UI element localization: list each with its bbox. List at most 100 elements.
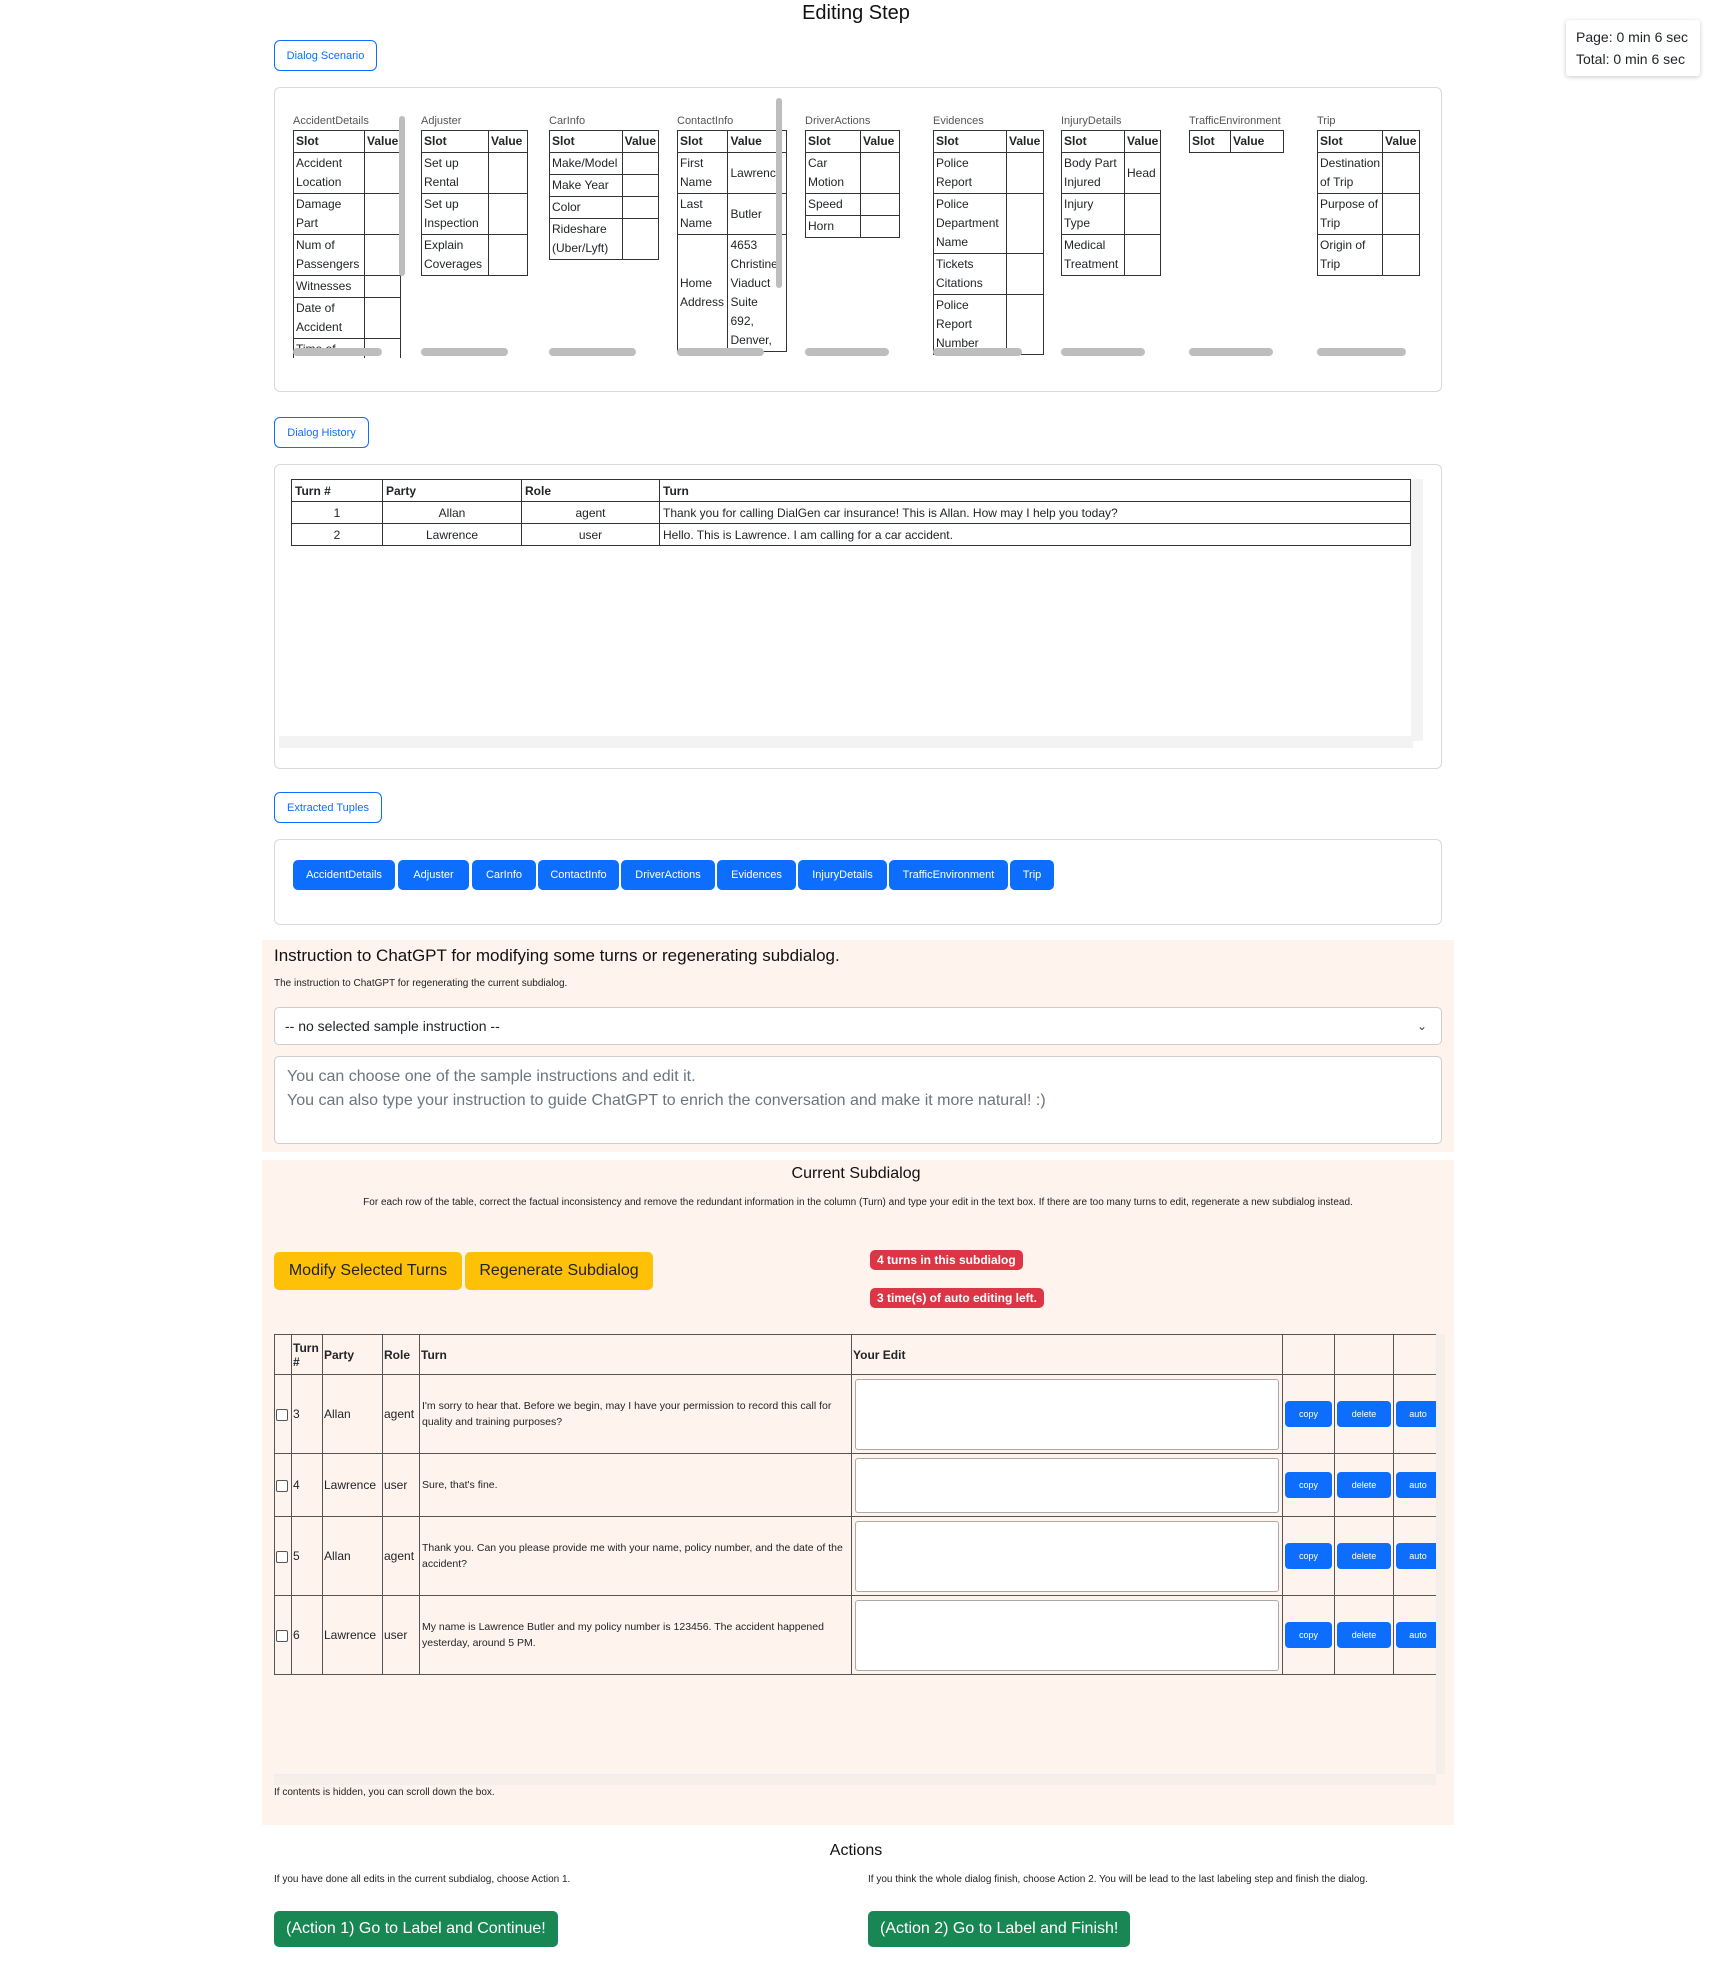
slot-header-row: Slot Value	[421, 130, 528, 153]
subdialog-col-party: Party	[322, 1334, 383, 1375]
column-horizontal-scrollbar[interactable]	[677, 348, 764, 356]
modify-selected-turns-button[interactable]: Modify Selected Turns	[274, 1252, 462, 1290]
turn-select-checkbox[interactable]	[276, 1550, 288, 1563]
subdialog-role: user	[382, 1595, 420, 1675]
column-vertical-scrollbar[interactable]	[776, 98, 782, 288]
instruction-textarea[interactable]: You can choose one of the sample instruc…	[274, 1056, 1442, 1144]
slot-name: Rideshare (Uber/Lyft)	[549, 218, 623, 260]
history-turn-text: Hello. This is Lawrence. I am calling fo…	[659, 523, 1411, 546]
subdialog-table: Turn # Party Role Turn Your Edit 3 Allan…	[274, 1334, 1443, 1675]
column-horizontal-scrollbar[interactable]	[805, 348, 889, 356]
slot-name: Set up Inspection	[421, 193, 489, 235]
delete-button[interactable]: delete	[1337, 1401, 1391, 1427]
column-horizontal-scrollbar[interactable]	[1189, 348, 1273, 356]
your-edit-textbox[interactable]	[855, 1457, 1279, 1513]
tab-carinfo[interactable]: CarInfo	[472, 860, 536, 890]
slot-row: Purpose of Trip	[1316, 193, 1421, 235]
slot-value	[621, 196, 659, 219]
auto-edit-remaining-badge: 3 time(s) of auto editing left.	[870, 1288, 1045, 1308]
auto-button[interactable]: auto	[1396, 1401, 1440, 1427]
instruction-subtext: The instruction to ChatGPT for regenerat…	[274, 978, 568, 989]
column-horizontal-scrollbar[interactable]	[421, 348, 508, 356]
tab-driveractions[interactable]: DriverActions	[621, 860, 715, 890]
value-header: Value	[860, 130, 900, 153]
scenario-category-name: InjuryDetails	[1061, 115, 1122, 127]
history-vertical-scrollbar[interactable]	[1411, 479, 1423, 741]
tab-accidentdetails[interactable]: AccidentDetails	[293, 860, 395, 890]
column-horizontal-scrollbar[interactable]	[549, 348, 636, 356]
slot-name: Accident Location	[293, 152, 365, 194]
copy-button[interactable]: copy	[1285, 1543, 1332, 1569]
history-turn-text: Thank you for calling DialGen car insura…	[659, 501, 1411, 524]
slot-value: Head	[1123, 152, 1162, 194]
scenario-column-accidentdetails: AccidentDetails Slot Value Accident Locatio…	[287, 98, 405, 358]
slot-value	[363, 297, 402, 339]
tab-evidences[interactable]: Evidences	[717, 860, 796, 890]
slot-row: Home Address 4653 Christine Viaduct Suite…	[676, 234, 787, 352]
regenerate-subdialog-button[interactable]: Regenerate Subdialog	[465, 1252, 653, 1290]
subdialog-horizontal-scrollbar[interactable]	[274, 1774, 1436, 1785]
action2-finish-button[interactable]: (Action 2) Go to Label and Finish!	[868, 1911, 1131, 1947]
copy-button[interactable]: copy	[1285, 1401, 1332, 1427]
slot-table: Slot Value Accident Location Damage Part Num…	[293, 130, 402, 358]
slot-name: Destination of Trip	[1316, 152, 1384, 194]
history-horizontal-scrollbar[interactable]	[279, 736, 1413, 748]
value-header: Value	[621, 130, 659, 153]
column-horizontal-scrollbar[interactable]	[1317, 348, 1406, 356]
delete-button[interactable]: delete	[1337, 1543, 1391, 1569]
action1-continue-button[interactable]: (Action 1) Go to Label and Continue!	[274, 1911, 558, 1947]
extracted-tuples-button[interactable]: Extracted Tuples	[274, 792, 382, 823]
slot-header-row: Slot Value	[1316, 130, 1421, 153]
your-edit-textbox[interactable]	[855, 1378, 1279, 1450]
auto-button[interactable]: auto	[1396, 1543, 1440, 1569]
scenario-column-adjuster: Adjuster Slot Value Set up Rental Set up Ins…	[415, 98, 531, 358]
scenario-category-name: DriverActions	[805, 115, 871, 127]
slot-row: Rideshare (Uber/Lyft)	[549, 218, 659, 260]
turn-select-checkbox[interactable]	[276, 1408, 288, 1421]
slot-row: Destination of Trip	[1316, 152, 1421, 194]
slot-value	[488, 152, 528, 194]
dialog-scenario-button[interactable]: Dialog Scenario	[274, 40, 377, 71]
auto-button[interactable]: auto	[1396, 1472, 1440, 1498]
turn-select-checkbox[interactable]	[276, 1479, 288, 1492]
slot-header: Slot	[1316, 130, 1384, 153]
tab-trip[interactable]: Trip	[1010, 860, 1054, 890]
your-edit-textbox[interactable]	[855, 1599, 1279, 1671]
delete-cell: delete	[1334, 1453, 1394, 1517]
column-horizontal-scrollbar[interactable]	[293, 348, 382, 356]
dialog-history-button[interactable]: Dialog History	[274, 417, 369, 448]
column-vertical-scrollbar[interactable]	[399, 116, 405, 276]
tab-trafficenvironment[interactable]: TrafficEnvironment	[889, 860, 1008, 890]
copy-cell: copy	[1282, 1595, 1335, 1675]
subdialog-vertical-scrollbar[interactable]	[1436, 1334, 1445, 1774]
turn-select-checkbox[interactable]	[276, 1629, 288, 1642]
tab-injurydetails[interactable]: InjuryDetails	[798, 860, 887, 890]
delete-button[interactable]: delete	[1337, 1472, 1391, 1498]
value-header: Value	[1230, 130, 1284, 153]
slot-name: Explain Coverages	[421, 234, 489, 276]
slot-row: Set up Inspection	[421, 193, 528, 235]
history-turn-number: 1	[291, 501, 383, 524]
slot-row: Color	[549, 196, 659, 219]
subdialog-turn-number: 3	[291, 1374, 323, 1454]
your-edit-textbox[interactable]	[855, 1520, 1279, 1592]
auto-button[interactable]: auto	[1396, 1622, 1440, 1648]
column-horizontal-scrollbar[interactable]	[1061, 348, 1145, 356]
slot-table: Slot Value Set up Rental Set up Inspection E…	[421, 130, 528, 276]
history-col-turn-text: Turn	[659, 479, 1411, 502]
copy-button[interactable]: copy	[1285, 1472, 1332, 1498]
slot-value	[621, 218, 659, 260]
delete-button[interactable]: delete	[1337, 1622, 1391, 1648]
slot-row: Date of Accident	[293, 297, 402, 339]
copy-button[interactable]: copy	[1285, 1622, 1332, 1648]
sample-instruction-select[interactable]: -- no selected sample instruction -- ⌄	[274, 1007, 1442, 1045]
value-header: Value	[488, 130, 528, 153]
slot-value	[488, 234, 528, 276]
total-timer: Total: 0 min 6 sec	[1576, 51, 1685, 67]
actions-heading: Actions	[829, 1842, 883, 1859]
scenario-category-name: ContactInfo	[677, 115, 734, 127]
column-horizontal-scrollbar[interactable]	[933, 348, 1022, 356]
history-table: Turn # Party Role Turn 1 Allan agent Tha…	[291, 479, 1411, 546]
tab-contactinfo[interactable]: ContactInfo	[538, 860, 619, 890]
tab-adjuster[interactable]: Adjuster	[398, 860, 469, 890]
